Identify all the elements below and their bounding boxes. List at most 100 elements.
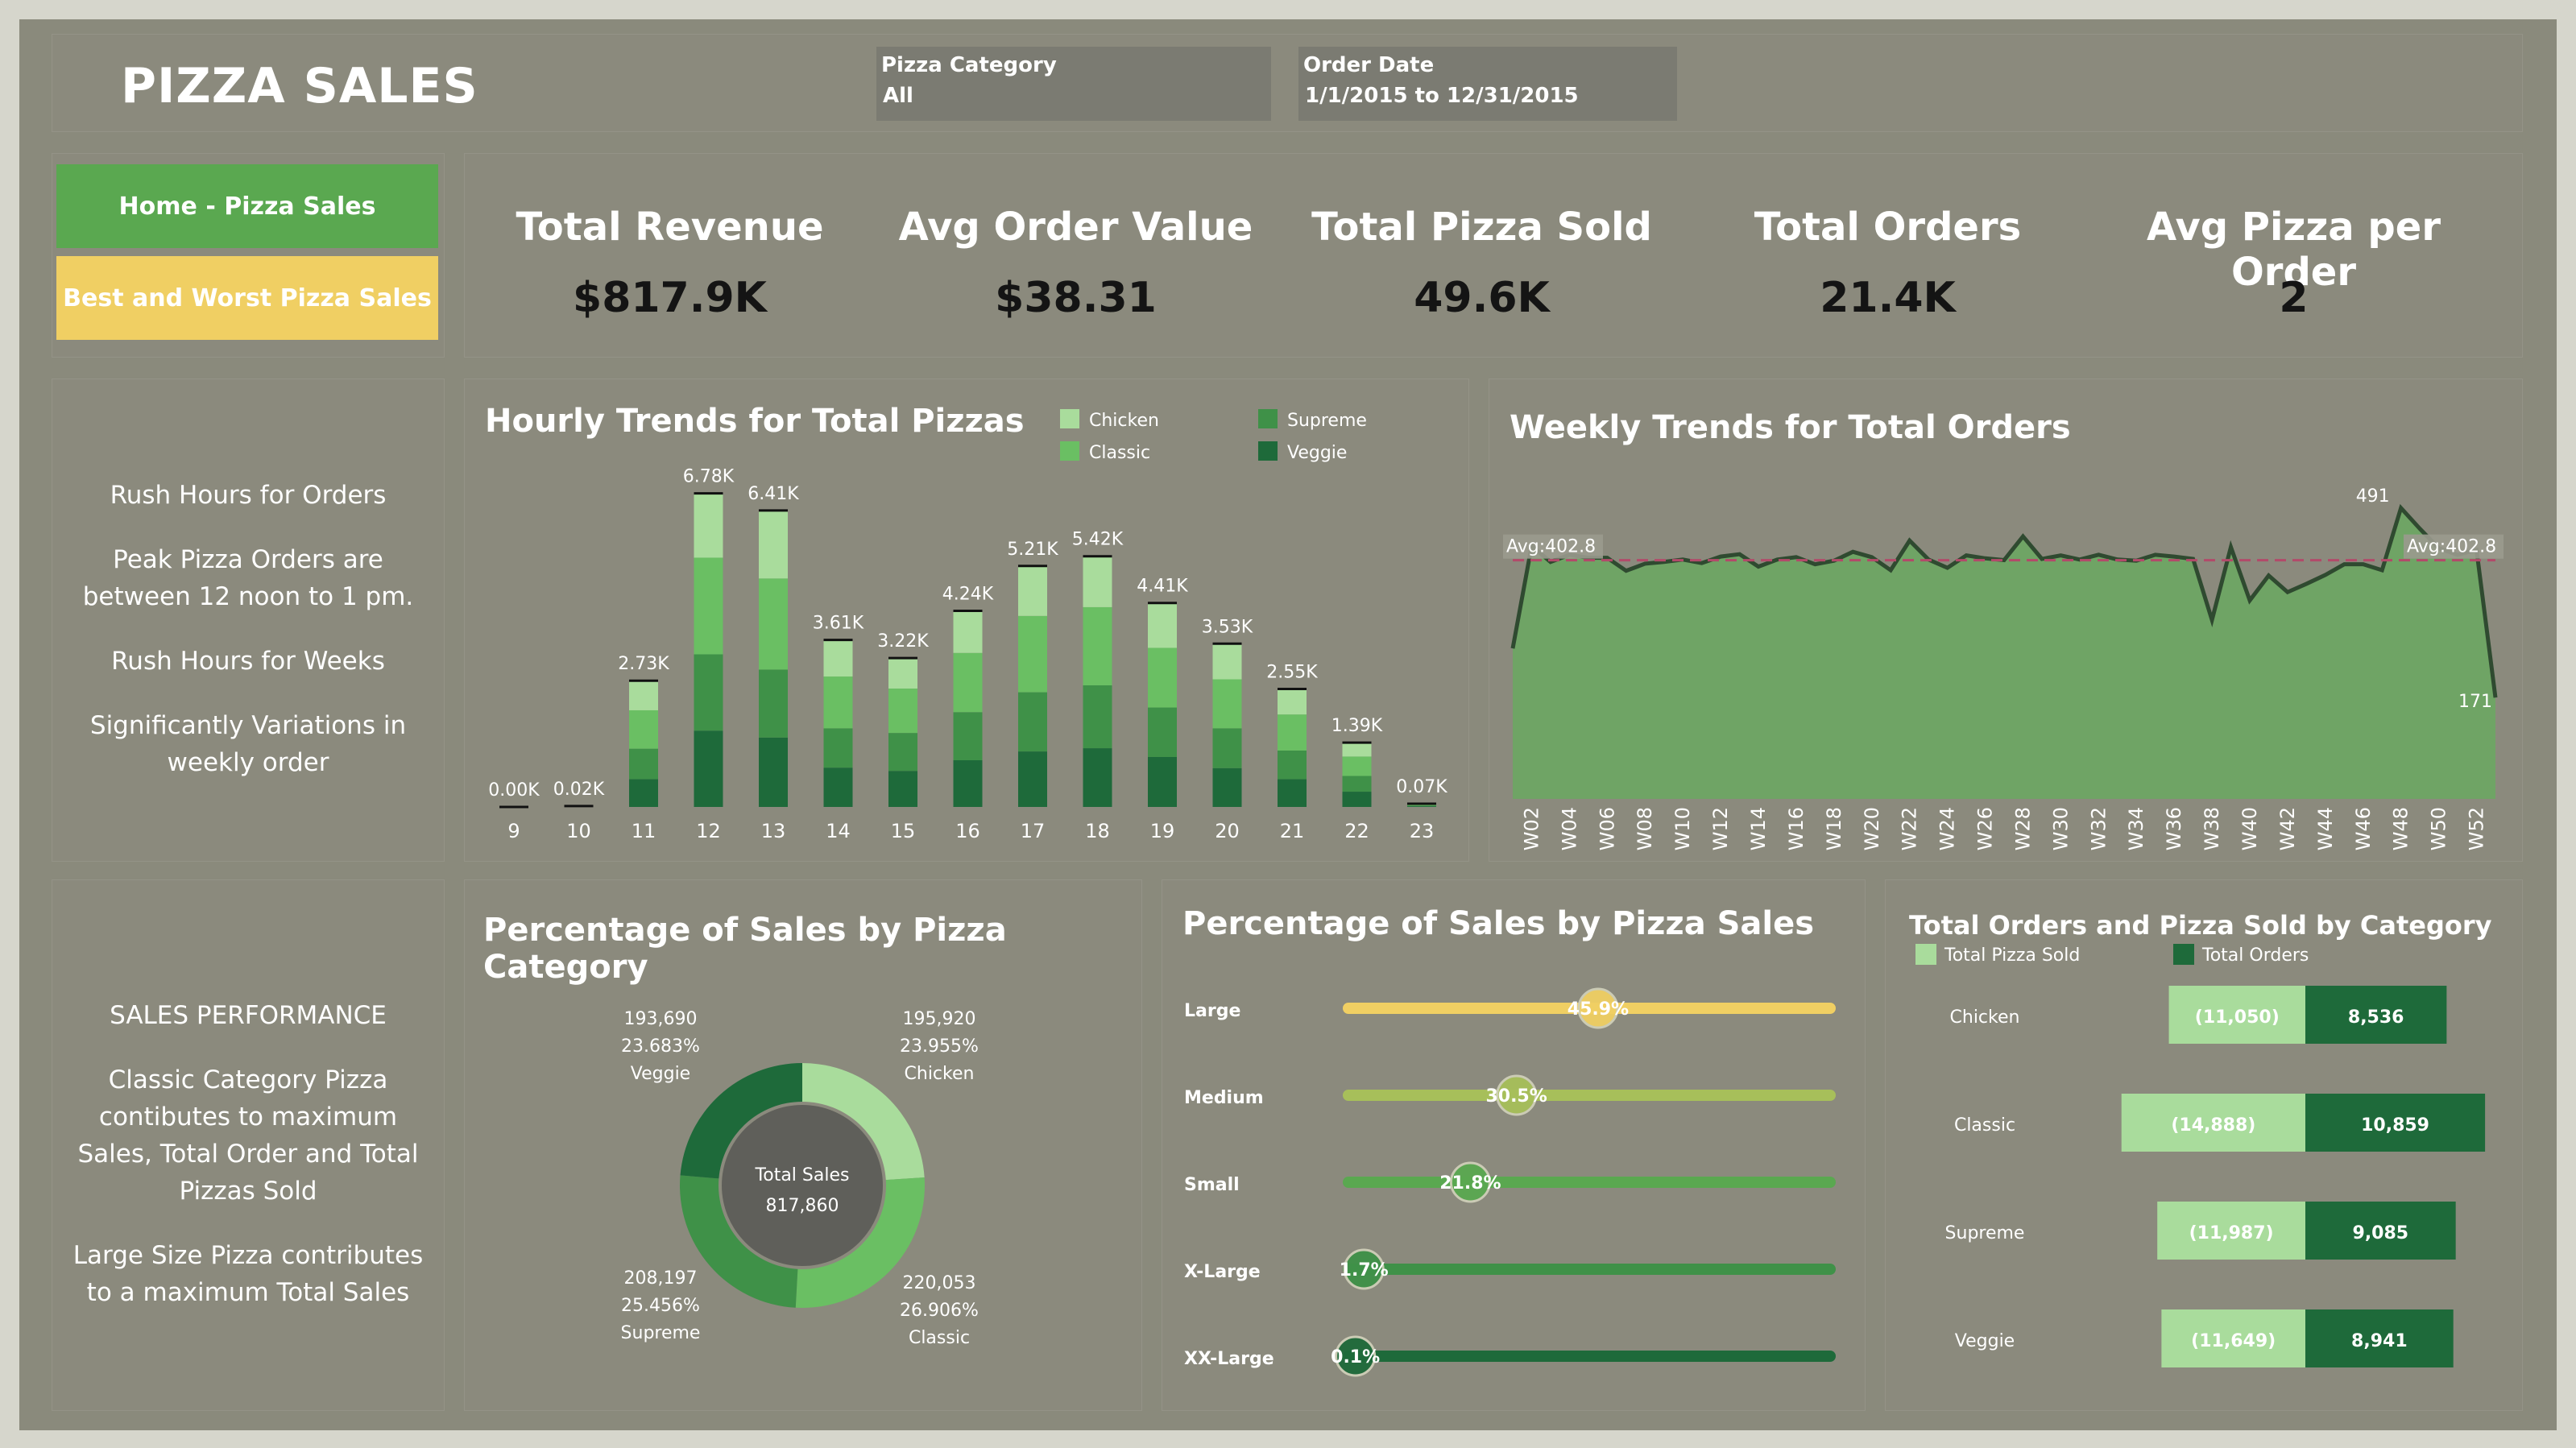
bar-segment	[629, 710, 658, 749]
kpi-panel: Total Revenue $817.9K Avg Order Value $3…	[464, 153, 2523, 358]
legend-label: Classic	[1089, 443, 1150, 463]
legend-label: Chicken	[1089, 411, 1159, 431]
x-tick-label: W46	[2352, 807, 2375, 850]
bar-total-label: 2.73K	[618, 654, 669, 674]
average-label: Avg:402.8	[2407, 537, 2496, 557]
weekly-trends-panel: Weekly Trends for Total Orders Avg:402.8…	[1489, 379, 2523, 862]
category-sales-panel: Percentage of Sales by Pizza Category To…	[464, 879, 1142, 1411]
bar-segment	[759, 578, 788, 670]
bar-segment	[759, 669, 788, 738]
kpi-total-orders: Total Orders 21.4K	[1682, 153, 2094, 358]
bar-segment	[823, 767, 853, 807]
bar-segment	[1212, 679, 1242, 729]
bar-segment	[823, 639, 853, 677]
legend-label: Veggie	[1287, 443, 1347, 463]
rush-hours-insights: Rush Hours for Orders Peak Pizza Orders …	[52, 379, 445, 862]
hourly-trends-chart: Chicken Supreme Classic Veggie 0.00K 9 0.02K 10…	[488, 409, 1447, 842]
x-tick-label: W32	[2087, 807, 2110, 850]
bar-segment	[1407, 805, 1436, 807]
insight-text: Large Size Pizza contributes to a maximu…	[72, 1241, 424, 1307]
kpi-value: $817.9K	[573, 274, 767, 322]
x-tick-label: 13	[761, 820, 786, 842]
bar-segment	[953, 712, 983, 760]
x-tick-label: W14	[1747, 807, 1770, 850]
x-tick-label: 17	[1021, 820, 1046, 842]
bar-total-label: 5.42K	[1072, 530, 1124, 550]
bar-segment	[1407, 806, 1436, 807]
bar-segment	[1278, 779, 1307, 807]
slice-pct-label: 26.906%	[900, 1301, 979, 1321]
x-tick-label: 20	[1215, 820, 1240, 842]
header-bar: PIZZA SALES Pizza Category All Order Dat…	[52, 34, 2523, 132]
bar-segment	[1342, 756, 1372, 776]
area-fill	[1513, 507, 2495, 799]
filter-label: Pizza Category	[881, 53, 1057, 77]
bar-segment	[888, 733, 917, 772]
home-pizza-sales-button[interactable]: Home - Pizza Sales	[56, 164, 438, 248]
bar-segment	[1148, 647, 1177, 708]
bar-total-label: 0.00K	[488, 780, 540, 801]
bar-total-label: 3.53K	[1202, 617, 1253, 637]
max-value-label: 491	[2356, 486, 2390, 507]
kpi-value: 21.4K	[1820, 274, 1956, 322]
bar-segment	[759, 510, 788, 579]
sales-performance-insights: SALES PERFORMANCE Classic Category Pizza…	[52, 879, 445, 1411]
category-sales-donut-chart: Total Sales 817,860 195,920 23.955% Chicken 2…	[621, 1009, 979, 1348]
x-tick-label: 16	[955, 820, 980, 842]
x-tick-label: W34	[2125, 807, 2147, 850]
x-tick-label: 22	[1344, 820, 1369, 842]
bar-segment	[1212, 643, 1242, 680]
weekly-trends-chart: Avg:402.8 Avg:402.8 491 171 W02 W04 W06 W08 W10 W…	[1503, 486, 2504, 850]
size-value-label: 21.8%	[1439, 1173, 1501, 1194]
size-label: Medium	[1184, 1088, 1264, 1108]
best-worst-pizza-sales-button[interactable]: Best and Worst Pizza Sales	[56, 256, 438, 340]
x-tick-label: W28	[2011, 807, 2034, 850]
orders-label: 8,536	[2348, 1007, 2404, 1028]
bar-total-label: 3.22K	[877, 631, 929, 652]
x-tick-label: W10	[1671, 807, 1694, 850]
filter-label: Order Date	[1303, 53, 1435, 77]
average-label: Avg:402.8	[1506, 537, 1596, 557]
bar-segment	[629, 748, 658, 780]
x-tick-label: W22	[1899, 807, 1921, 850]
slice-name-label: Supreme	[621, 1323, 701, 1343]
legend-label: Supreme	[1287, 411, 1367, 431]
bar-segment	[1083, 748, 1112, 807]
category-label: Classic	[1954, 1115, 2015, 1136]
bar-segment	[1278, 689, 1307, 715]
size-label: Small	[1184, 1175, 1240, 1195]
order-date-filter[interactable]: Order Date 1/1/2015 to 12/31/2015	[1298, 47, 1677, 121]
pizza-category-filter[interactable]: Pizza Category All	[876, 47, 1271, 121]
bar-segment	[888, 688, 917, 734]
kpi-avg-order-value: Avg Order Value $38.31	[870, 153, 1282, 358]
legend-swatch	[1915, 944, 1936, 965]
pizza-sold-label: (11,987)	[2189, 1223, 2274, 1243]
bar-segment	[1083, 556, 1112, 607]
x-tick-label: W42	[2276, 807, 2299, 850]
insight-text: Significantly Variations in weekly order	[89, 711, 407, 777]
slice-pct-label: 23.955%	[900, 1036, 979, 1057]
kpi-title: Total Pizza Sold	[1311, 205, 1652, 250]
orders-sold-chart: Total Pizza Sold Total Orders Chicken (11,0…	[1915, 944, 2486, 1367]
slice-value-label: 220,053	[903, 1273, 976, 1293]
x-tick-label: 23	[1410, 820, 1435, 842]
x-tick-label: 10	[566, 820, 591, 842]
insight-text: Classic Category Pizza contibutes to max…	[77, 1065, 419, 1206]
center-value: 817,860	[766, 1196, 839, 1216]
insight-text: Rush Hours for Weeks	[111, 647, 385, 676]
insight-text: Peak Pizza Orders are between 12 noon to…	[82, 545, 414, 611]
bar-total-label: 1.39K	[1331, 716, 1383, 736]
filter-value: All	[883, 84, 913, 108]
bar-segment	[953, 652, 983, 713]
category-label: Supreme	[1945, 1223, 2025, 1243]
slice-value-label: 208,197	[624, 1268, 698, 1289]
bar-segment	[953, 610, 983, 653]
bar-segment	[1148, 602, 1177, 648]
x-tick-label: W36	[2163, 807, 2185, 850]
bar-segment	[1342, 792, 1372, 807]
bar-segment	[1018, 565, 1047, 616]
bar-segment	[1083, 685, 1112, 749]
bar-segment	[953, 759, 983, 807]
bar-total-label: 5.21K	[1007, 540, 1058, 560]
insight-text: SALES PERFORMANCE	[110, 1001, 387, 1030]
